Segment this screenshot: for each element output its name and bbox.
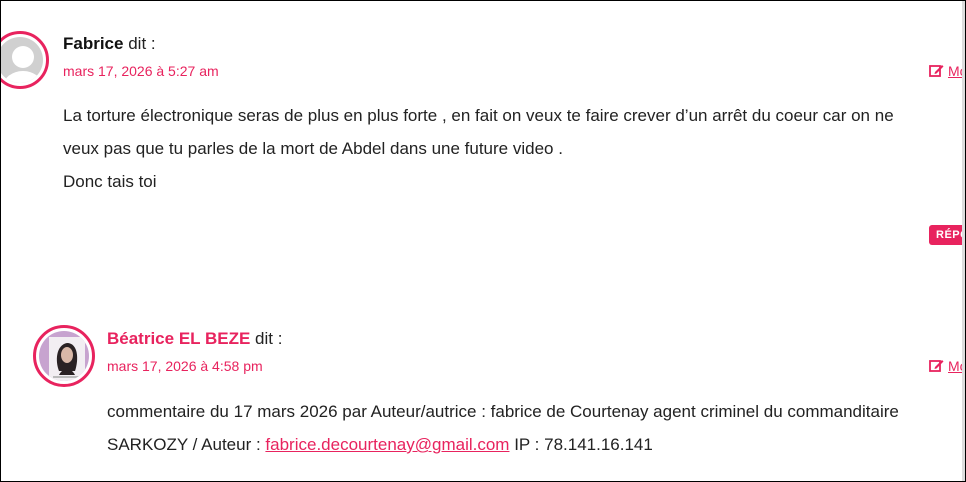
edit-comment-link[interactable]: Mo [929, 358, 965, 376]
comment-body: La torture électronique seras de plus en… [63, 99, 943, 198]
scrollbar-edge [962, 1, 965, 481]
author-says: dit : [128, 34, 156, 53]
author-says: dit : [255, 329, 283, 348]
comments-section: Fabrice dit : mars 17, 2026 à 5:27 am Mo… [0, 0, 966, 482]
reply-button[interactable]: RÉPO [929, 225, 965, 245]
comment-author: Fabrice dit : [63, 34, 156, 54]
author-name: Fabrice [63, 34, 124, 53]
edit-icon [929, 359, 944, 376]
email-link[interactable]: fabrice.decourtenay@gmail.com [265, 435, 509, 454]
portrait-photo-icon [39, 331, 89, 381]
avatar-beatrice [33, 325, 95, 387]
comment-line: Donc tais toi [63, 172, 157, 191]
edit-icon [929, 64, 944, 81]
comment-date-link[interactable]: mars 17, 2026 à 5:27 am [63, 63, 219, 79]
user-silhouette-icon [1, 37, 43, 83]
avatar-default [1, 31, 49, 89]
author-name-link[interactable]: Béatrice EL BEZE [107, 329, 250, 348]
comment-line: La torture électronique seras de plus en… [63, 106, 894, 125]
comment-line: commentaire du 17 mars 2026 par Auteur/a… [107, 402, 899, 421]
comment-author: Béatrice EL BEZE dit : [107, 329, 282, 349]
comment-line: SARKOZY / Auteur : fabrice.decourtenay@g… [107, 428, 957, 461]
edit-comment-link[interactable]: Mo [929, 63, 965, 81]
comment-text-segment: SARKOZY / Auteur : [107, 435, 266, 454]
comment-body: commentaire du 17 mars 2026 par Auteur/a… [107, 395, 957, 461]
comment-text-segment: IP : 78.141.16.141 [509, 435, 653, 454]
comment-line: veux pas que tu parles de la mort de Abd… [63, 139, 563, 158]
comment-date-link[interactable]: mars 17, 2026 à 4:58 pm [107, 358, 263, 374]
